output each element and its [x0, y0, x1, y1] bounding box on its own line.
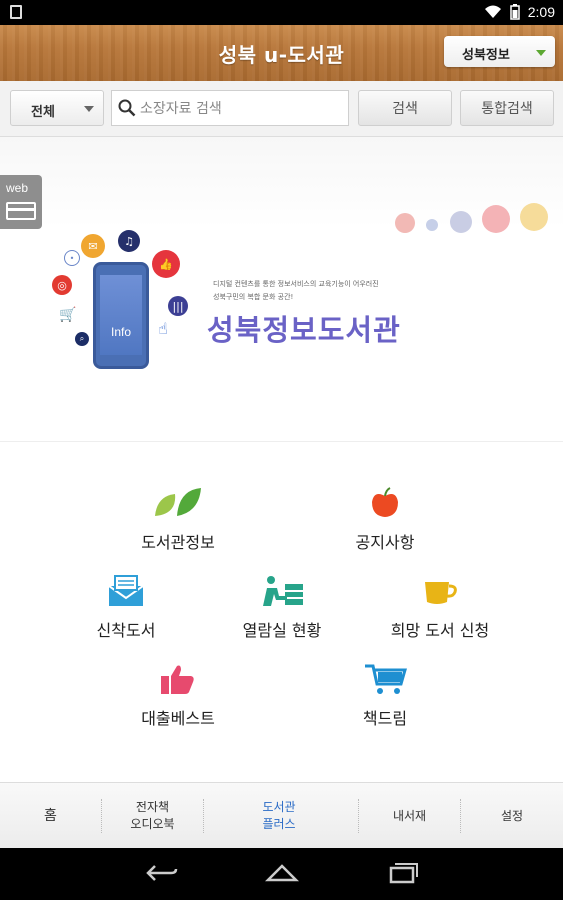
tab-ebook-audiobook[interactable]: 전자책 오디오북 [102, 783, 203, 849]
chevron-down-icon [84, 106, 94, 112]
menu-item-library-info[interactable]: 도서관정보 [93, 484, 263, 553]
leaves-icon [153, 484, 203, 522]
search-icon [118, 99, 136, 117]
system-nav-bar [0, 848, 563, 900]
search-input[interactable] [140, 98, 340, 120]
mail-tray-icon [101, 572, 151, 610]
music-note-icon [450, 211, 472, 233]
thumbs-up-icon: 👍 [152, 250, 180, 278]
menu-item-label: 도서관정보 [141, 533, 215, 552]
menu-item-label: 대출베스트 [141, 709, 215, 728]
main-menu: 도서관정보 공지사항 신착도서 열람실 현황 희망 도서 신청 대출베스트 책드… [0, 442, 563, 782]
home-icon[interactable] [265, 862, 299, 884]
library-select-label: 성북정보 [462, 48, 510, 63]
banner-description-line1: 디지털 컨텐츠를 통한 정보서비스의 교육기능이 어우러진 [213, 280, 379, 288]
share-icon: • [64, 250, 80, 266]
recent-apps-icon[interactable] [385, 862, 419, 884]
app-header: 성북 u-도서관 성북정보 [0, 25, 563, 81]
menu-item-label: 공지사항 [355, 533, 415, 552]
menu-item-notices[interactable]: 공지사항 [300, 484, 470, 553]
wifi-icon [484, 5, 501, 18]
thumbs-up-icon [153, 660, 203, 698]
menu-item-loan-best[interactable]: 대출베스트 [93, 660, 263, 729]
mail-icon [520, 203, 548, 231]
barcode-icon: ||| [168, 296, 188, 316]
zoom-icon: ⌕ [75, 332, 89, 346]
card-icon [6, 202, 36, 220]
menu-item-new-books[interactable]: 신착도서 [41, 572, 211, 641]
search-field [111, 90, 349, 126]
menu-item-reading-room[interactable]: 열람실 현황 [197, 572, 367, 641]
status-bar: 2:09 [0, 0, 563, 25]
banner-description-line2: 성북구민의 복합 문화 공간! [213, 293, 294, 301]
headphones-icon [395, 213, 415, 233]
status-time: 2:09 [527, 4, 555, 20]
tab-home[interactable]: 홈 [0, 783, 101, 849]
sim-icon [10, 5, 22, 19]
reading-room-icon [257, 572, 307, 610]
unified-search-button[interactable]: 통합검색 [460, 90, 554, 126]
tab-settings[interactable]: 설정 [461, 783, 563, 849]
thumbs-up-icon [482, 205, 510, 233]
library-select-dropdown[interactable]: 성북정보 [444, 36, 555, 67]
menu-item-book-request[interactable]: 희망 도서 신청 [355, 572, 525, 641]
search-icon [426, 219, 438, 231]
menu-item-label: 희망 도서 신청 [390, 621, 490, 640]
chevron-down-icon [536, 50, 546, 56]
cup-icon [415, 572, 465, 610]
battery-icon [510, 4, 520, 20]
banner-title: 성북정보도서관 [207, 313, 401, 347]
search-scope-select[interactable]: 전체 [10, 90, 104, 126]
search-bar: 전체 검색 통합검색 [0, 81, 563, 137]
headphones-icon: ◎ [52, 275, 72, 295]
hand-pointer-icon: ☝ [158, 318, 168, 338]
menu-item-book-dream[interactable]: 책드림 [300, 660, 470, 729]
phone-info-label: Info [110, 325, 131, 339]
search-scope-label: 전체 [31, 105, 55, 120]
menu-item-label: 신착도서 [96, 621, 156, 640]
tab-my-library[interactable]: 내서재 [359, 783, 460, 849]
cart-icon [360, 660, 410, 698]
back-icon[interactable] [145, 862, 179, 884]
tab-library-plus[interactable]: 도서관 플러스 [204, 783, 354, 849]
bottom-nav: 홈 전자책 오디오북 도서관 플러스 내서재 설정 [0, 782, 563, 848]
web-tab-label: web [6, 181, 29, 195]
phone-illustration: Info [93, 262, 149, 369]
cart-icon: 🛒 [58, 305, 78, 325]
menu-item-label: 열람실 현황 [242, 621, 322, 640]
mail-icon: ✉ [81, 234, 105, 258]
music-note-icon: ♫ [118, 230, 140, 252]
banner-description: 디지털 컨텐츠를 통한 정보서비스의 교육기능이 어우러진 성북구민의 복합 문… [213, 278, 379, 304]
apple-icon [360, 484, 410, 522]
menu-item-label: 책드림 [362, 709, 408, 728]
promo-banner[interactable]: web ✉ ♫ • 👍 ◎ 🛒 ||| ⌕ ☝ Info 디지털 컨텐츠를 통한… [0, 137, 563, 442]
web-view-tab[interactable]: web [0, 175, 42, 229]
search-button[interactable]: 검색 [358, 90, 452, 126]
